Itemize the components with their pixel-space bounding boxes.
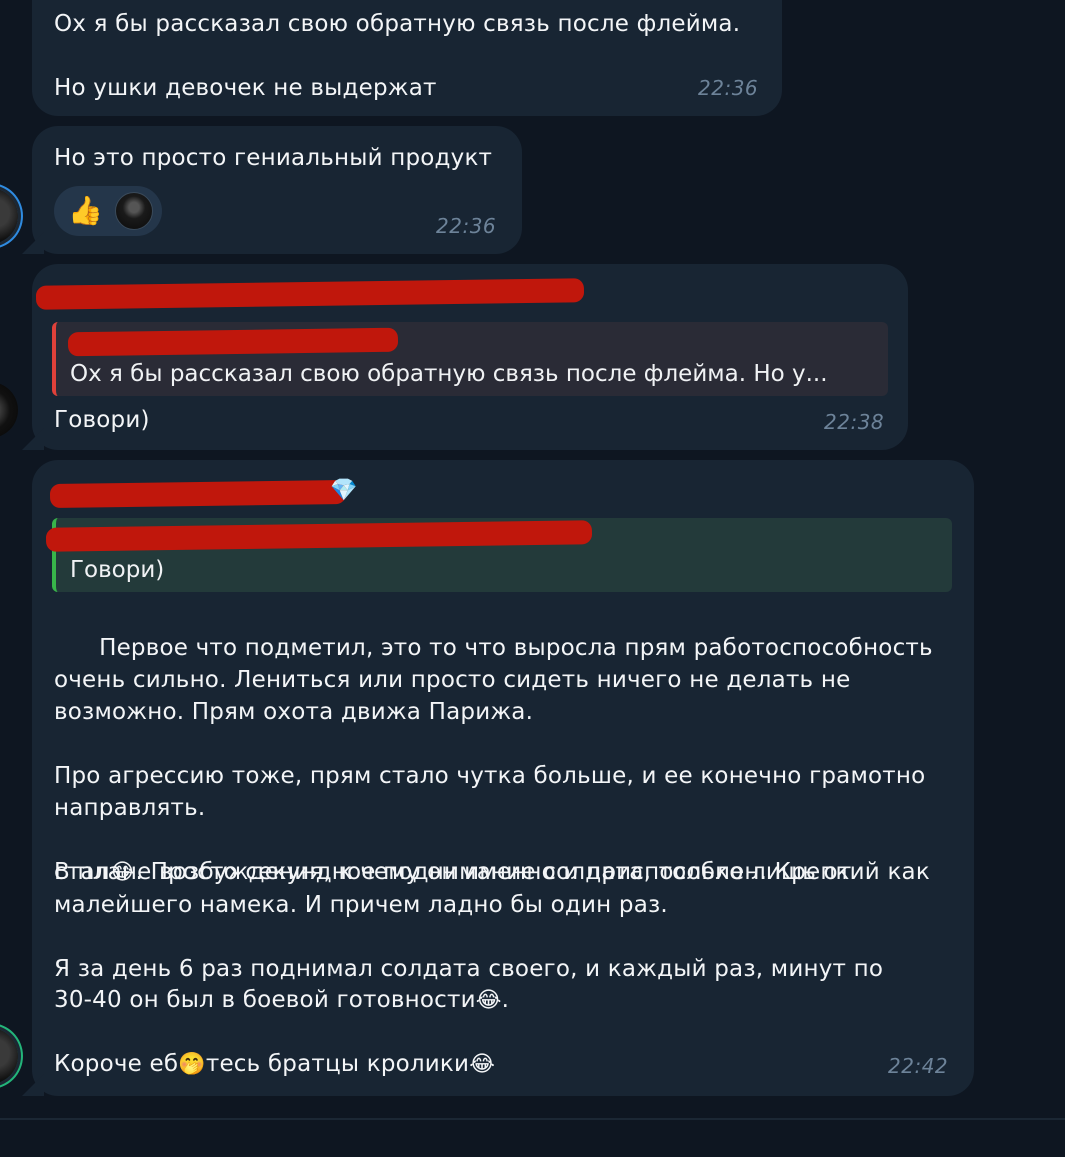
message-bubble[interactable]: Ох я бы рассказал свою обратную связь по… bbox=[32, 0, 782, 116]
message-text-part: тесь братцы кролики bbox=[205, 1051, 470, 1077]
reply-quote[interactable]: Ох я бы рассказал свою обратную связь по… bbox=[52, 322, 888, 396]
reactor-avatar bbox=[114, 192, 153, 230]
message-text-part: стал bbox=[54, 859, 110, 885]
message-text: Говори) bbox=[54, 407, 150, 433]
laughing-emoji-icon: 😂 bbox=[475, 988, 502, 1013]
message-text-line: 30-40 он был в боевой готовности😂. bbox=[54, 984, 509, 1017]
message-bubble[interactable]: Ох я бы рассказал свою обратную связь по… bbox=[32, 264, 908, 450]
message-text-part: . Просто секундное поднимание солдата, т… bbox=[54, 859, 884, 982]
redacted-quote-author bbox=[45, 520, 593, 552]
diamond-icon: 💎 bbox=[330, 478, 358, 503]
message-text: Ох я бы рассказал свою обратную связь по… bbox=[54, 11, 741, 101]
message-text-part: Короче еб bbox=[54, 1051, 179, 1077]
message-text-part: Первое что подметил, это то что выросла … bbox=[54, 635, 933, 885]
thumbs-up-icon: 👍 bbox=[68, 194, 103, 227]
sender-avatar[interactable] bbox=[0, 382, 18, 438]
redacted-quote-author bbox=[67, 327, 399, 357]
message-text-line: стал😂. Просто секундное поднимание солда… bbox=[54, 856, 883, 985]
message-bubble[interactable]: Но это просто гениальный продукт 👍 22:36 bbox=[32, 126, 522, 254]
shushing-emoji-icon: 🤭 bbox=[178, 1052, 206, 1077]
redacted-sender-name bbox=[49, 479, 347, 509]
message-time: 22:42 bbox=[888, 1054, 949, 1078]
composer-divider bbox=[0, 1118, 1065, 1120]
message-time: 22:38 bbox=[824, 410, 885, 434]
chat-history[interactable]: Ох я бы рассказал свою обратную связь по… bbox=[0, 0, 1065, 1157]
message-bubble[interactable]: 💎 Говори) Первое что подметил, это то чт… bbox=[32, 460, 974, 1096]
sender-avatar[interactable] bbox=[0, 188, 18, 244]
laughing-emoji-icon: 😂 bbox=[109, 860, 136, 885]
quote-text: Говори) bbox=[70, 557, 165, 583]
reply-quote[interactable]: Говори) bbox=[45, 518, 952, 592]
reactions-bar[interactable]: 👍 bbox=[54, 186, 162, 236]
message-time: 22:36 bbox=[436, 214, 497, 238]
message-text-part: 30-40 он был в боевой готовности bbox=[54, 987, 476, 1013]
sender-avatar[interactable] bbox=[0, 1028, 18, 1084]
quote-text: Ох я бы рассказал свою обратную связь по… bbox=[70, 361, 828, 387]
message-text-line: Короче еб🤭тесь братцы кролики😂 bbox=[54, 1048, 495, 1081]
message-text-part: . bbox=[501, 987, 510, 1013]
redacted-sender-name bbox=[35, 278, 585, 310]
laughing-emoji-icon: 😂 bbox=[469, 1052, 496, 1077]
message-text: Но это просто гениальный продукт bbox=[54, 145, 493, 171]
message-time: 22:36 bbox=[698, 76, 759, 100]
